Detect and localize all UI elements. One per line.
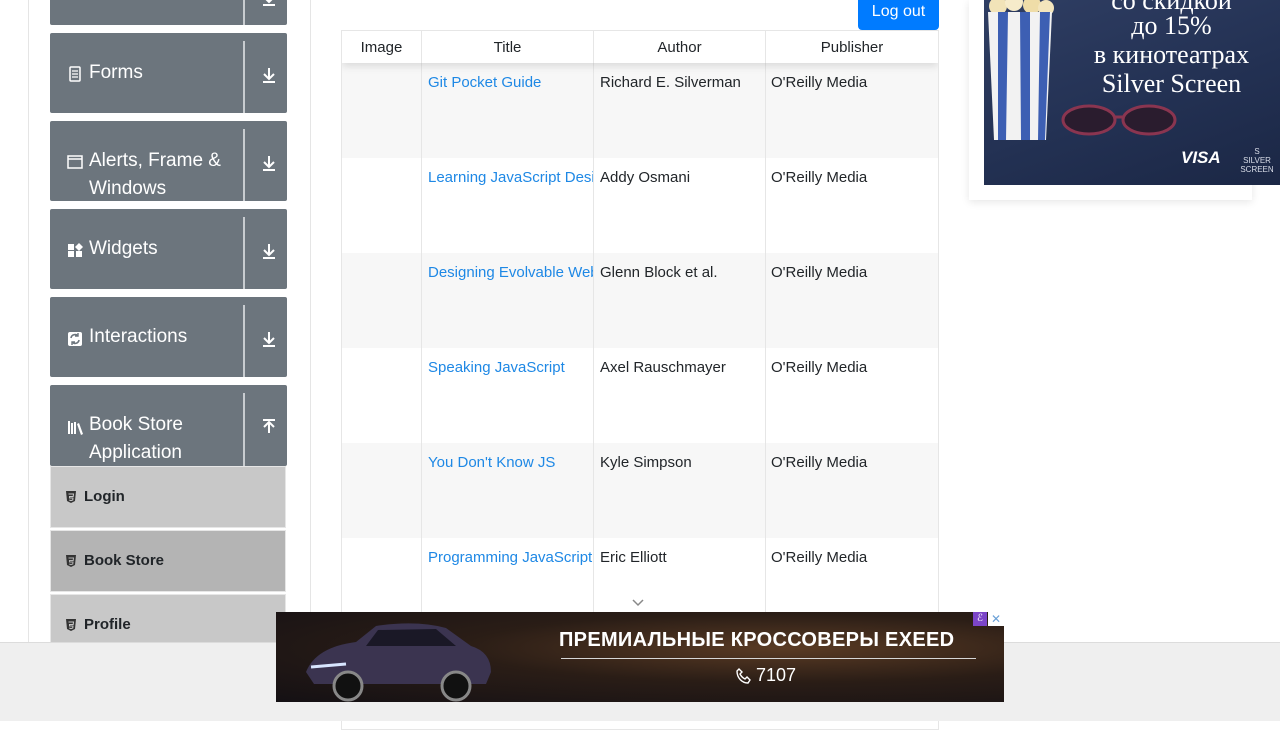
phone-icon <box>736 668 751 684</box>
book-title-link[interactable]: You Don't Know JS <box>422 443 594 538</box>
table-header: Image Title Author Publisher <box>342 31 938 63</box>
table-row: Speaking JavaScript Axel Rauschmayer O'R… <box>342 348 938 443</box>
banner-divider <box>561 658 976 659</box>
books-icon <box>68 421 83 435</box>
download-arrow-icon[interactable] <box>259 153 279 173</box>
publisher-cell: O'Reilly Media <box>771 74 868 91</box>
book-title-link[interactable]: Designing Evolvable Web APIs with ASP.NE… <box>422 253 594 348</box>
table-row: Git Pocket Guide Richard E. Silverman O'… <box>342 63 938 158</box>
author-cell: Richard E. Silverman <box>594 63 766 158</box>
group-separator <box>243 393 245 466</box>
sidebar-group-previous[interactable] <box>50 0 287 25</box>
sidebar-group-label-line2: Windows <box>89 178 167 199</box>
book-title-link[interactable]: Speaking JavaScript <box>422 348 594 443</box>
side-ad-text-line: до 15% <box>1131 11 1212 40</box>
sidebar-group-alerts-frame-windows[interactable]: Alerts, Frame & Windows <box>50 121 287 201</box>
glasses-image <box>1061 104 1177 136</box>
interactions-icon <box>68 332 82 346</box>
sidebar-item-book-store[interactable]: Book Store <box>50 530 286 592</box>
html5-icon <box>66 491 76 503</box>
publisher-cell: O'Reilly Media <box>771 359 868 376</box>
column-header-image[interactable]: Image <box>342 31 422 63</box>
column-header-publisher[interactable]: Publisher <box>766 31 938 63</box>
table-row: Designing Evolvable Web APIs with ASP.NE… <box>342 253 938 348</box>
image-cell <box>342 443 422 538</box>
sidebar-group-book-store-application[interactable]: Book Store Application <box>50 385 287 466</box>
sidebar-group-label-line2: Application <box>89 442 182 463</box>
book-title-link[interactable]: Learning JavaScript Design Patterns <box>422 158 594 253</box>
publisher-cell: O'Reilly Media <box>771 264 868 281</box>
download-arrow-icon[interactable] <box>259 329 279 349</box>
sidebar-group-widgets[interactable]: Widgets <box>50 209 287 289</box>
logout-button[interactable]: Log out <box>858 0 939 30</box>
image-cell <box>342 348 422 443</box>
sidebar-group-label: Widgets <box>89 238 158 259</box>
sidebar-item-label: Book Store <box>84 552 165 569</box>
banner-phone-number: 7107 <box>756 665 797 685</box>
upload-arrow-icon[interactable] <box>259 417 279 437</box>
close-icon[interactable]: ✕ <box>988 612 1004 626</box>
side-ad-text-line: в кинотеатрах <box>1093 40 1250 69</box>
side-ad-text-line: Silver Screen <box>1101 69 1242 98</box>
banner-headline: ПРЕМИАЛЬНЫЕ КРОССОВЕРЫ EXEED <box>559 629 955 651</box>
page-left-border <box>28 0 29 720</box>
table-row: Learning JavaScript Design Patterns Addy… <box>342 158 938 253</box>
window-icon <box>67 155 83 169</box>
author-cell: Addy Osmani <box>594 158 766 253</box>
publisher-cell: O'Reilly Media <box>771 454 868 471</box>
bottom-ad-banner[interactable]: ПРЕМИАЛЬНЫЕ КРОССОВЕРЫ EXEED 7107 <box>276 612 1004 702</box>
sidebar-group-label: Forms <box>89 62 143 83</box>
group-separator <box>243 217 245 289</box>
group-separator <box>243 305 245 377</box>
author-cell: Axel Rauschmayer <box>594 348 766 443</box>
widgets-icon <box>68 243 83 257</box>
ad-info-badge[interactable]: ℰ <box>973 612 987 626</box>
sidebar-group-forms[interactable]: Forms <box>50 33 287 113</box>
image-cell <box>342 158 422 253</box>
sidebar-item-login[interactable]: Login <box>50 466 286 528</box>
sidebar-group-label: Alerts, Frame & <box>89 150 221 171</box>
sidebar-group-label: Book Store <box>89 414 183 435</box>
html5-icon <box>66 619 76 631</box>
sidebar-group-interactions[interactable]: Interactions <box>50 297 287 377</box>
download-arrow-icon[interactable] <box>259 241 279 261</box>
sidebar-group-label: Interactions <box>89 326 188 347</box>
silver-screen-logo-text: SILVER SCREEN <box>1240 156 1274 174</box>
html5-icon <box>66 555 76 567</box>
download-arrow-icon[interactable] <box>259 0 279 8</box>
author-cell: Glenn Block et al. <box>594 253 766 348</box>
publisher-cell: O'Reilly Media <box>771 169 868 186</box>
image-cell <box>342 253 422 348</box>
column-header-title[interactable]: Title <box>422 31 594 63</box>
table-row: You Don't Know JS Kyle Simpson O'Reilly … <box>342 443 938 538</box>
side-ad-banner[interactable]: со скидкой до 15% в кинотеатрах Silver S… <box>984 0 1280 185</box>
sidebar-item-label: Profile <box>84 616 131 633</box>
silver-screen-logo: S SILVER SCREEN <box>1240 147 1274 174</box>
download-arrow-icon[interactable] <box>259 65 279 85</box>
book-title-link[interactable]: Git Pocket Guide <box>422 63 594 158</box>
visa-logo: VISA <box>1181 148 1221 167</box>
author-cell: Kyle Simpson <box>594 443 766 538</box>
car-image <box>306 623 491 702</box>
group-separator <box>243 41 245 113</box>
chevron-down-icon[interactable] <box>631 598 645 608</box>
image-cell <box>342 63 422 158</box>
form-icon <box>69 66 81 82</box>
column-header-author[interactable]: Author <box>594 31 766 63</box>
group-separator <box>243 0 245 25</box>
popcorn-image <box>988 0 1054 140</box>
sidebar-item-label: Login <box>84 488 125 505</box>
group-separator <box>243 129 245 201</box>
